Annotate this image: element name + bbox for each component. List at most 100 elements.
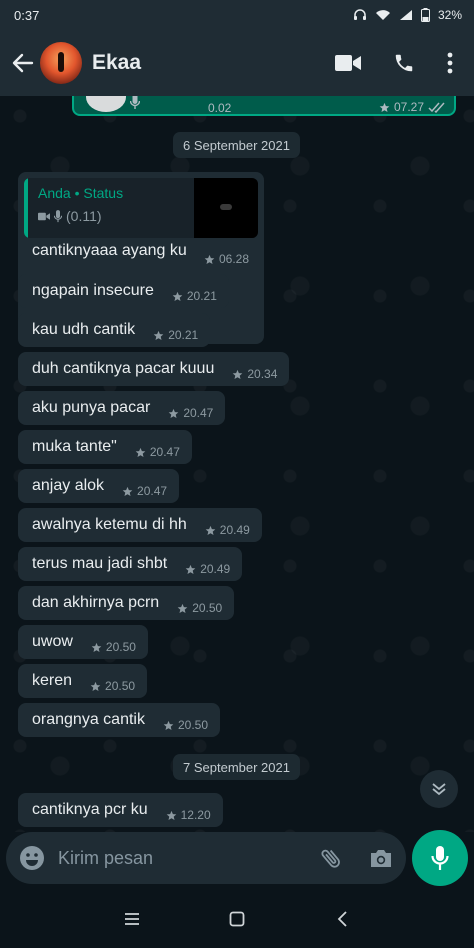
- message-bubble[interactable]: keren 20.50: [18, 664, 148, 698]
- message-bubble[interactable]: terus mau jadi shbt 20.49: [18, 547, 243, 581]
- voice-message-bubble[interactable]: 0.02 07.27: [72, 96, 456, 116]
- message-time: 20.21: [186, 289, 217, 303]
- back-button[interactable]: [6, 43, 40, 83]
- phone-icon: [395, 54, 413, 72]
- emoji-button[interactable]: [6, 832, 58, 884]
- message-bubble[interactable]: muka tante" 20.47: [18, 430, 192, 464]
- star-icon: [122, 486, 133, 496]
- quoted-status[interactable]: Anda • Status (0.11): [24, 178, 258, 238]
- message-text: uwow: [32, 633, 73, 650]
- message-time: 20.21: [168, 328, 199, 342]
- message-bubble[interactable]: ngapain insecure 20.21: [18, 274, 229, 308]
- chat-header: Ekaa: [0, 30, 474, 96]
- video-camera-icon: [38, 212, 50, 220]
- date-chip: 7 September 2021: [173, 754, 300, 780]
- camera-icon: [371, 850, 391, 867]
- recents-button[interactable]: [102, 890, 162, 948]
- message-time: 20.49: [219, 523, 250, 537]
- star-icon: [91, 642, 102, 652]
- back-nav-button[interactable]: [312, 890, 372, 948]
- message-bubble[interactable]: anjay alok 20.47: [18, 469, 180, 503]
- message-text: dan akhirnya pcrn: [32, 594, 160, 611]
- voice-record-button[interactable]: [412, 830, 468, 886]
- message-text: ngapain insecure: [32, 282, 154, 299]
- kebab-menu-icon: [447, 52, 453, 74]
- battery-icon: [420, 8, 430, 22]
- star-icon: [205, 525, 216, 535]
- message-bubble[interactable]: orangnya cantik 20.50: [18, 703, 220, 737]
- double-chevron-down-icon: [432, 783, 446, 796]
- star-icon: [379, 102, 390, 112]
- video-camera-icon: [335, 55, 361, 71]
- square-icon: [229, 911, 245, 927]
- chat-area[interactable]: 0.02 07.27 6 September 2021 Anda • Statu…: [0, 96, 474, 832]
- message-time: 07.27: [393, 100, 424, 114]
- attach-button[interactable]: [306, 832, 356, 884]
- video-call-button[interactable]: [320, 41, 376, 85]
- message-input[interactable]: [58, 838, 306, 878]
- message-text: duh cantiknya pacar kuuu: [32, 360, 215, 377]
- star-icon: [233, 369, 243, 379]
- star-icon: [172, 291, 183, 301]
- message-text: anjay alok: [32, 477, 105, 494]
- wifi-icon: [375, 9, 391, 21]
- camera-button[interactable]: [356, 832, 406, 884]
- message-text: kau udh cantik: [32, 321, 136, 338]
- message-time: 20.50: [105, 640, 136, 654]
- message-bubble[interactable]: dan akhirnya pcrn 20.50: [18, 586, 235, 620]
- voice-sender-avatar: [86, 96, 126, 112]
- status-thumbnail: [194, 178, 258, 238]
- message-time: 06.28: [219, 252, 250, 266]
- message-time: 20.49: [200, 562, 231, 576]
- message-time: 20.50: [177, 718, 208, 732]
- message-bubble[interactable]: awalnya ketemu di hh 20.49: [18, 508, 262, 542]
- battery-level: 32%: [437, 8, 462, 22]
- message-text: orangnya cantik: [32, 711, 145, 728]
- message-time: 20.34: [247, 367, 278, 381]
- quote-title: Anda • Status: [38, 185, 124, 201]
- date-chip: 6 September 2021: [173, 132, 300, 158]
- message-text: terus mau jadi shbt: [32, 555, 168, 572]
- message-bubble[interactable]: uwow 20.50: [18, 625, 148, 659]
- message-text: cantiknyaaa ayang ku: [32, 242, 187, 259]
- message-time: 20.50: [105, 679, 136, 693]
- star-icon: [153, 330, 164, 340]
- microphone-icon: [54, 209, 62, 222]
- star-icon: [135, 447, 146, 457]
- message-bubble[interactable]: cantiknya pcr ku 12.20: [18, 793, 223, 827]
- microphone-icon: [431, 846, 449, 870]
- message-time: 20.47: [137, 484, 168, 498]
- message-text: awalnya ketemu di hh: [32, 516, 187, 533]
- quote-duration: (0.11): [66, 208, 102, 224]
- message-time: 12.20: [180, 808, 211, 822]
- message-time: 20.50: [192, 601, 223, 615]
- menu-lines-icon: [125, 913, 140, 925]
- message-bubble[interactable]: duh cantiknya pacar kuuu 20.34: [18, 352, 290, 386]
- chevron-left-icon: [337, 911, 347, 927]
- message-bubble[interactable]: aku punya pacar 20.47: [18, 391, 226, 425]
- signal-icon: [399, 9, 413, 21]
- message-text: aku punya pacar: [32, 399, 151, 416]
- emoji-icon: [20, 846, 44, 870]
- contact-name[interactable]: Ekaa: [92, 51, 320, 75]
- voice-duration: 0.02: [208, 101, 232, 115]
- status-time: 0:37: [14, 7, 40, 23]
- mic-icon: [130, 96, 140, 109]
- scroll-to-bottom-button[interactable]: [420, 770, 458, 808]
- more-options-button[interactable]: [432, 41, 468, 85]
- message-text: keren: [32, 672, 73, 689]
- contact-avatar[interactable]: [40, 42, 82, 84]
- voice-call-button[interactable]: [376, 41, 432, 85]
- double-check-icon: [428, 102, 445, 113]
- message-bubble[interactable]: kau udh cantik 20.21: [18, 313, 211, 347]
- message-text: cantiknya pcr ku: [32, 801, 148, 818]
- star-icon: [204, 254, 215, 264]
- star-icon: [169, 408, 179, 418]
- star-icon: [166, 810, 176, 820]
- message-composer: [6, 832, 406, 884]
- headset-icon: [353, 8, 367, 22]
- system-navigation-bar: [0, 890, 474, 948]
- paperclip-icon: [321, 849, 340, 868]
- star-icon: [90, 681, 101, 691]
- home-button[interactable]: [207, 890, 267, 948]
